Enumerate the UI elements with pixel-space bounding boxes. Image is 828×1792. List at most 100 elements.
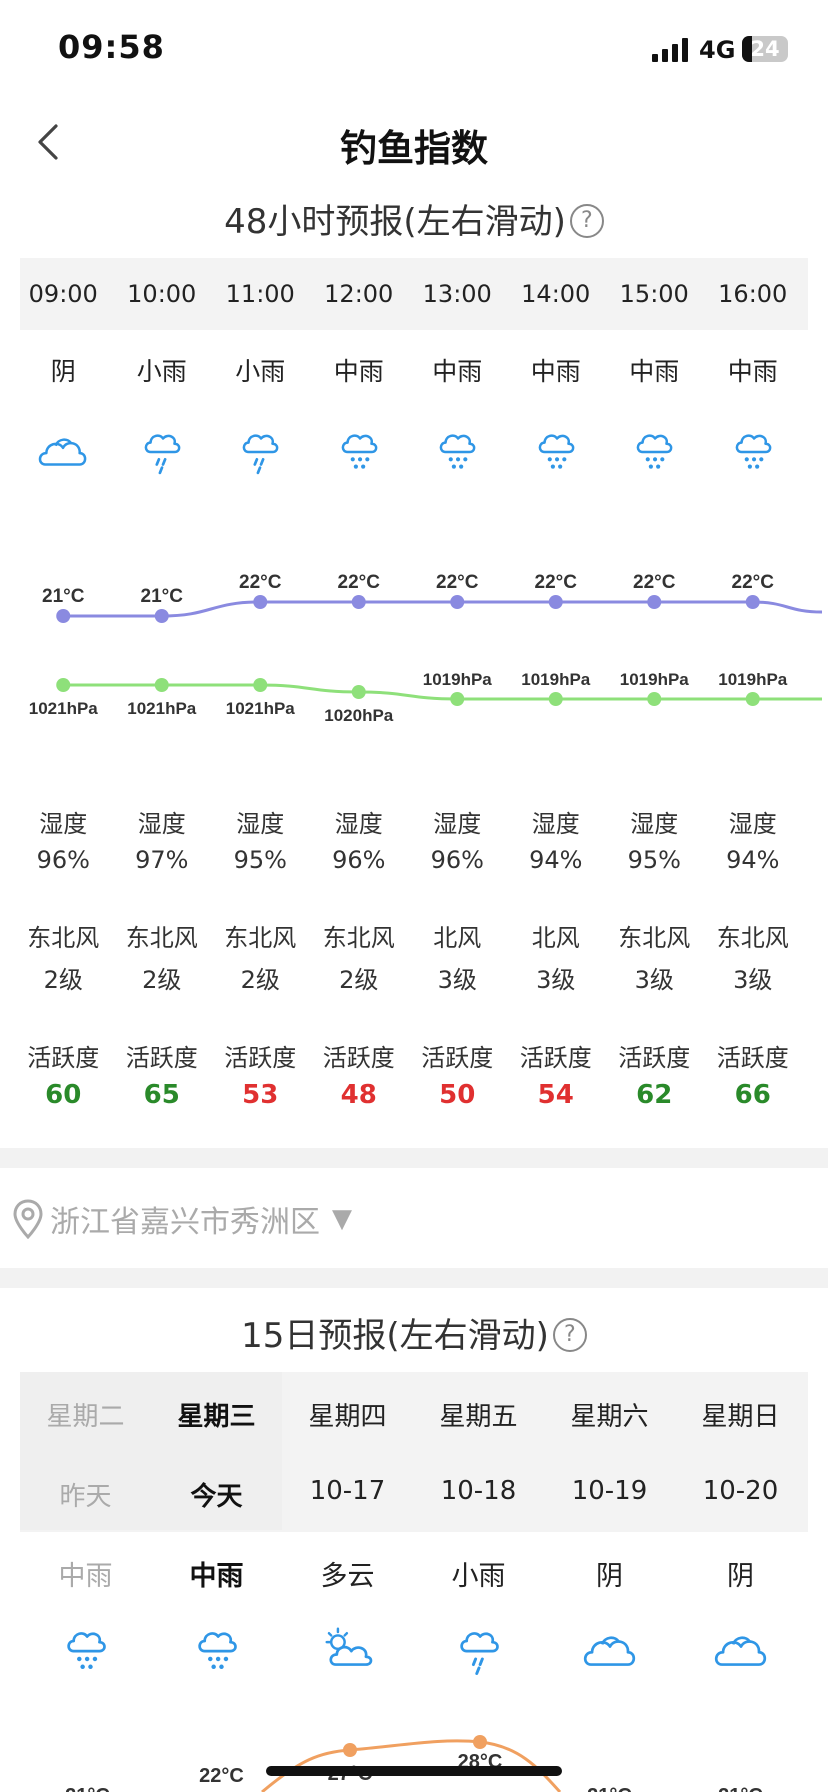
day-weekday[interactable]: 星期六 — [544, 1396, 675, 1433]
humidity-value: 94% — [726, 846, 780, 874]
day-icon-cell — [675, 1622, 806, 1682]
wind-direction: 东北风 — [224, 924, 297, 952]
day-weekday[interactable]: 星期五 — [413, 1396, 544, 1433]
wind-level: 2级 — [339, 966, 379, 994]
page-title: 钓鱼指数 — [340, 127, 488, 170]
day-condition: 中雨 — [58, 1561, 113, 1592]
day-icon-cell — [544, 1622, 675, 1682]
home-indicator — [266, 1766, 562, 1776]
hour-condition: 阴 — [50, 357, 76, 386]
wind-direction: 北风 — [531, 924, 580, 952]
moderate-rain-icon — [341, 434, 378, 469]
light-rain-icon — [242, 434, 279, 475]
hour-icon-cell — [211, 425, 309, 481]
day-condition: 中雨 — [189, 1561, 244, 1592]
activity-value: 65 — [143, 1080, 180, 1110]
pressure-point — [253, 678, 268, 692]
day-date[interactable]: 今天 — [151, 1476, 282, 1513]
wind-level: 3级 — [536, 966, 576, 994]
activity-value: 50 — [439, 1080, 476, 1110]
wind-direction: 东北风 — [716, 924, 789, 952]
day-temp-label: 22°C — [199, 1765, 244, 1787]
pressure-point — [647, 692, 662, 706]
day-icon-cell — [282, 1622, 413, 1682]
temp-point — [548, 595, 563, 609]
forecast48-title: 48小时预报(左右滑动)? — [0, 194, 828, 243]
activity-label: 活跃度 — [618, 1044, 691, 1072]
hour-condition: 中雨 — [333, 357, 384, 386]
location-text: 浙江省嘉兴市秀洲区 — [50, 1205, 320, 1240]
help-icon[interactable]: ? — [569, 203, 604, 238]
day-condition: 多云 — [320, 1561, 375, 1592]
status-bar: 09:58 4G 24 — [0, 0, 828, 100]
hour-icon-cell — [704, 425, 802, 481]
activity-value: 66 — [734, 1080, 771, 1110]
humidity-label: 湿度 — [39, 810, 88, 838]
activity-value: 62 — [636, 1080, 673, 1110]
light-rain-icon — [459, 1632, 499, 1675]
pressure-label: 1019hPa — [423, 670, 493, 689]
day-condition: 小雨 — [451, 1561, 506, 1592]
temp-point — [56, 609, 71, 623]
day-date[interactable]: 10-19 — [544, 1476, 675, 1506]
temp-point — [647, 595, 662, 609]
day-temp-label: 21°C — [718, 1785, 763, 1792]
day-weekday[interactable]: 星期三 — [151, 1396, 282, 1433]
humidity-label: 湿度 — [334, 810, 383, 838]
pressure-label: 1021hPa — [29, 699, 99, 718]
location-selector[interactable]: 浙江省嘉兴市秀洲区 ▼ — [12, 1194, 352, 1244]
day-weekday[interactable]: 星期二 — [20, 1396, 151, 1433]
day-date[interactable]: 10-18 — [413, 1476, 544, 1506]
activity-label: 活跃度 — [519, 1044, 592, 1072]
day-weekday[interactable]: 星期日 — [675, 1396, 806, 1433]
hour-time: 16:00 — [718, 280, 788, 308]
pressure-label: 1019hPa — [620, 670, 690, 689]
humidity-value: 96% — [36, 846, 90, 874]
hour-time: 14:00 — [521, 280, 591, 308]
temp-label: 21°C — [42, 586, 85, 607]
help-icon[interactable]: ? — [552, 1317, 587, 1352]
status-time: 09:58 — [58, 28, 165, 66]
section-divider — [0, 1148, 828, 1168]
forecast48-title-text: 48小时预报(左右滑动) — [224, 202, 566, 242]
wind-direction: 北风 — [433, 924, 482, 952]
hour-icon-cell — [507, 425, 605, 481]
pressure-point — [56, 678, 71, 692]
forecast15-title-text: 15日预报(左右滑动) — [241, 1316, 549, 1356]
dropdown-icon: ▼ — [332, 1204, 352, 1234]
temp-point — [154, 609, 169, 623]
activity-label: 活跃度 — [27, 1044, 100, 1072]
hour-time: 12:00 — [324, 280, 394, 308]
temp-point — [253, 595, 268, 609]
temp-label: 22°C — [436, 572, 479, 593]
high-temp-point — [473, 1735, 487, 1749]
cloud-icon — [714, 1636, 766, 1666]
humidity-value: 95% — [233, 846, 287, 874]
temp-label: 22°C — [338, 572, 381, 593]
hour-condition: 小雨 — [235, 357, 286, 386]
light-rain-icon — [144, 434, 181, 475]
temp-label: 22°C — [732, 572, 775, 593]
day-weekday[interactable]: 星期四 — [282, 1396, 413, 1433]
day-date[interactable]: 10-20 — [675, 1476, 806, 1506]
humidity-value: 96% — [430, 846, 484, 874]
temp-label: 22°C — [535, 572, 578, 593]
hour-icon-cell — [310, 425, 408, 481]
day-date[interactable]: 10-17 — [282, 1476, 413, 1506]
pressure-point — [154, 678, 169, 692]
temp-label: 22°C — [239, 572, 282, 593]
day-icon-cell — [151, 1622, 282, 1682]
humidity-value: 94% — [529, 846, 583, 874]
hour-header-row: 09:00 10:00 11:00 12:00 13:00 14:00 15:00 16:00 — [20, 258, 808, 330]
temp-pressure-chart: 21°C 1021hPa 21°C 1021hPa 22°C 1021hPa 22°C 102… — [29, 572, 823, 725]
humidity-label: 湿度 — [433, 810, 482, 838]
pressure-point — [745, 692, 760, 706]
day-header-row: 星期二昨天 星期三今天 星期四 10-17 星期五 10-18 星期六 10-19 星期日 10-… — [20, 1372, 808, 1532]
pressure-label: 1020hPa — [324, 706, 394, 725]
cloud-icon — [583, 1636, 635, 1666]
cloud-icon — [39, 438, 87, 466]
partly-cloudy-icon — [324, 1627, 372, 1666]
day-date[interactable]: 昨天 — [20, 1476, 151, 1513]
wind-direction: 东北风 — [618, 924, 691, 952]
hour-condition: 中雨 — [629, 357, 680, 386]
